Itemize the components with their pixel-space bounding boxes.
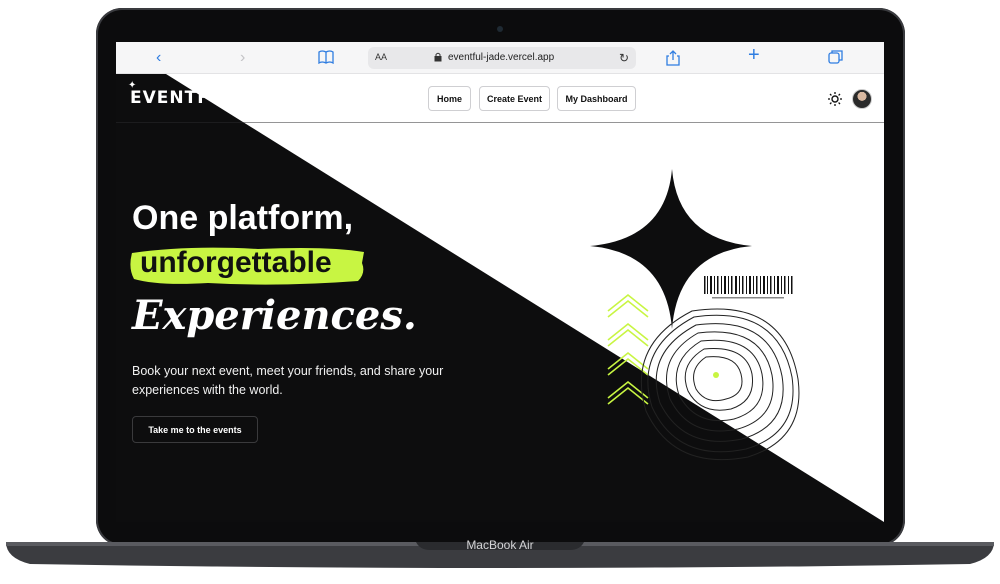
hero-title-line3: Experiences.: [132, 292, 417, 339]
address-bar[interactable]: AA eventful-jade.vercel.app ↻: [368, 47, 636, 69]
macbook-label: MacBook Air: [466, 538, 534, 552]
nav-dashboard-label: My Dashboard: [565, 93, 628, 104]
back-icon[interactable]: ‹: [156, 50, 161, 66]
nav-divider: [116, 122, 884, 123]
contour-rings: [640, 308, 800, 461]
nav-dashboard-button[interactable]: My Dashboard: [557, 86, 636, 111]
nav-create-event-button[interactable]: Create Event: [479, 86, 550, 111]
forward-icon[interactable]: ›: [240, 50, 245, 66]
sparkle-icon: ✦: [128, 80, 138, 91]
camera: [497, 26, 503, 32]
barcode: [704, 276, 793, 299]
nav-create-event-label: Create Event: [486, 93, 543, 104]
web-page: ✦ EVENTFUL Home Create Event My Dashboar…: [116, 74, 884, 522]
lock-icon: [434, 52, 442, 62]
hero-title-line1: One platform,: [132, 199, 354, 237]
user-avatar[interactable]: [852, 89, 872, 109]
share-icon[interactable]: [666, 50, 680, 70]
hero-description: Book your next event, meet your friends,…: [132, 364, 444, 397]
cta-label: Take me to the events: [148, 424, 242, 435]
contour-center-dot: [713, 372, 719, 378]
nav-home-button[interactable]: Home: [428, 86, 471, 111]
new-tab-icon[interactable]: +: [748, 45, 760, 65]
logo-text: EVENTFUL: [130, 88, 237, 108]
url-text: eventful-jade.vercel.app: [448, 52, 555, 63]
hero-artwork: [590, 169, 800, 461]
logo[interactable]: ✦ EVENTFUL: [128, 80, 237, 108]
screen: ‹ › AA eventful-jade.vercel.app ↻ + ✦ EV…: [116, 42, 884, 522]
reader-aa-button[interactable]: AA: [375, 52, 387, 62]
reload-icon[interactable]: ↻: [619, 51, 629, 65]
hero-title-line2: unforgettable: [140, 246, 332, 279]
tabs-overview-icon[interactable]: [828, 50, 843, 68]
cta-button[interactable]: Take me to the events: [132, 416, 258, 443]
nav-home-label: Home: [436, 93, 462, 104]
browser-toolbar: ‹ › AA eventful-jade.vercel.app ↻ +: [116, 42, 884, 74]
sun-icon[interactable]: [827, 91, 843, 107]
bookmarks-icon[interactable]: [318, 50, 334, 68]
